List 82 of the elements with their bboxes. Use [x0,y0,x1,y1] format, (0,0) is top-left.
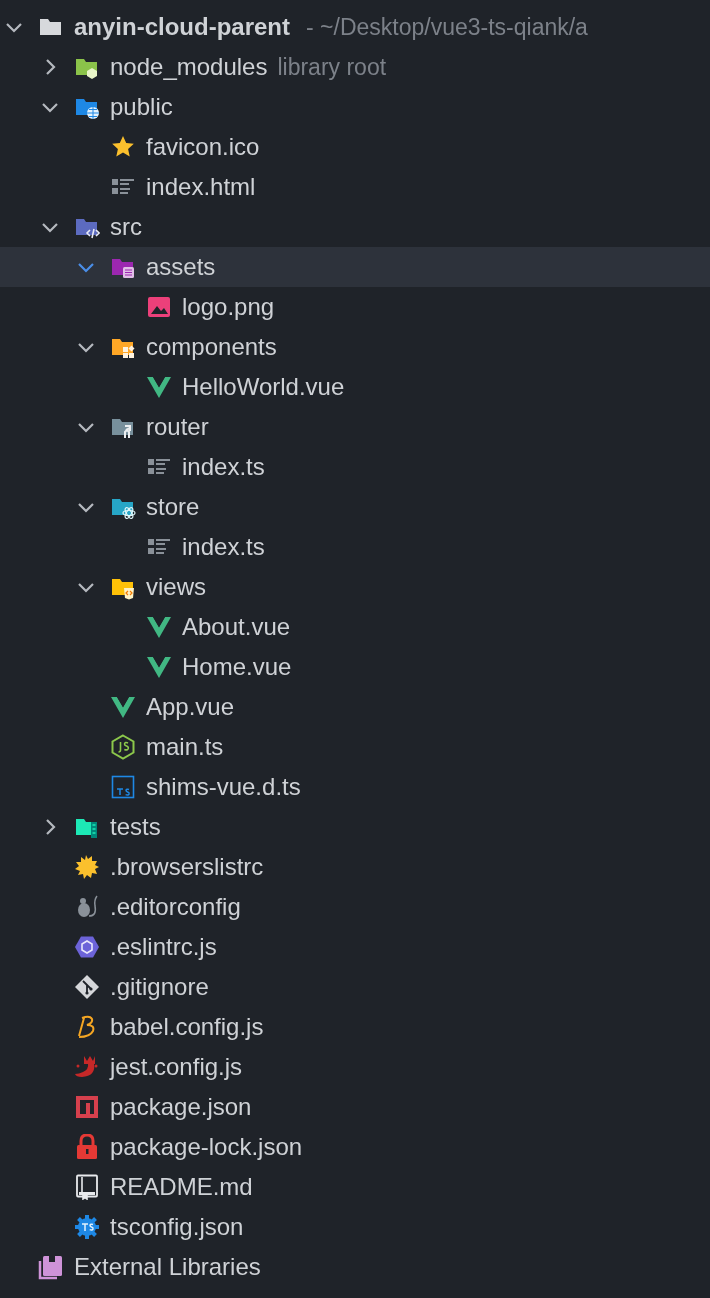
file-name: babel.config.js [110,1013,264,1041]
file-name: favicon.ico [146,133,260,161]
tree-row[interactable]: .eslintrc.js [0,927,710,967]
file-name: anyin-cloud-parent [74,13,290,41]
file-name: tests [110,813,161,841]
file-name: assets [146,253,216,281]
file-name: README.md [110,1173,253,1201]
file-name: Home.vue [182,653,292,681]
tree-row[interactable]: External Libraries [0,1247,710,1287]
burst-icon [74,854,100,880]
gear-icon [74,1214,100,1240]
diamond-icon [74,974,100,1000]
tree-row[interactable]: index.ts [0,527,710,567]
library-icon [38,1254,64,1280]
file-name: tsconfig.json [110,1213,244,1241]
tree-row[interactable]: src [0,207,710,247]
file-name: External Libraries [74,1253,261,1281]
book-icon [74,1174,100,1200]
tree-row[interactable]: shims-vue.d.ts [0,767,710,807]
project-path: - ~/Desktop/vue3-ts-qiank/a [306,13,588,41]
file-name: index.html [146,173,256,201]
tree-row[interactable]: jest.config.js [0,1047,710,1087]
image-icon [146,294,172,320]
file-name: package.json [110,1093,252,1121]
tree-row[interactable]: store [0,487,710,527]
tree-row[interactable]: main.ts [0,727,710,767]
file-name: main.ts [146,733,224,761]
file-name: store [146,493,200,521]
file-name: package-lock.json [110,1133,303,1161]
tree-row[interactable]: .gitignore [0,967,710,1007]
file-name: shims-vue.d.ts [146,773,301,801]
tree-row[interactable]: views [0,567,710,607]
hexagon-icon [74,934,100,960]
file-name: About.vue [182,613,291,641]
file-name: .editorconfig [110,893,241,921]
file-name: src [110,213,142,241]
file-name: .browserslistrc [110,853,264,881]
file-name: jest.config.js [110,1053,243,1081]
jester-icon [74,1054,100,1080]
file-name: components [146,333,277,361]
file-name: node_modules [110,53,268,81]
vue-icon [110,694,136,720]
tree-row[interactable]: anyin-cloud-parent - ~/Desktop/vue3-ts-qiank/a [0,7,710,47]
vue-icon [146,654,172,680]
file-name: index.ts [182,453,265,481]
tree-row[interactable]: .browserslistrc [0,847,710,887]
tree-row[interactable]: .editorconfig [0,887,710,927]
file-name: logo.png [182,293,275,321]
file-name: .eslintrc.js [110,933,217,961]
tree-row[interactable]: README.md [0,1167,710,1207]
tree-row[interactable]: package-lock.json [0,1127,710,1167]
tree-row[interactable]: HelloWorld.vue [0,367,710,407]
file-name: index.ts [182,533,265,561]
tree-row[interactable]: babel.config.js [0,1007,710,1047]
library-root-note: library root [277,53,387,81]
tree-row[interactable]: About.vue [0,607,710,647]
file-name: views [146,573,206,601]
tree-row[interactable]: favicon.ico [0,127,710,167]
square-icon [74,1094,100,1120]
lock-icon [74,1134,100,1160]
hexagon-icon [110,734,136,760]
file-name: public [110,93,173,121]
vue-icon [146,374,172,400]
tree-row[interactable]: components [0,327,710,367]
tree-row[interactable]: package.json [0,1087,710,1127]
vue-icon [146,614,172,640]
tree-row[interactable]: router [0,407,710,447]
tree-row[interactable]: index.html [0,167,710,207]
tree-row[interactable]: tsconfig.json [0,1207,710,1247]
square-icon [110,774,136,800]
tree-row[interactable]: assets [0,247,710,287]
file-name: .gitignore [110,973,209,1001]
tree-row[interactable]: public [0,87,710,127]
tree-row[interactable]: Home.vue [0,647,710,687]
tree-row[interactable]: index.ts [0,447,710,487]
file-name: router [146,413,209,441]
tree-row[interactable]: logo.png [0,287,710,327]
tree-row[interactable]: tests [0,807,710,847]
tree-row[interactable]: App.vue [0,687,710,727]
file-name: App.vue [146,693,235,721]
tree-row[interactable]: node_modules library root [0,47,710,87]
file-name: HelloWorld.vue [182,373,345,401]
